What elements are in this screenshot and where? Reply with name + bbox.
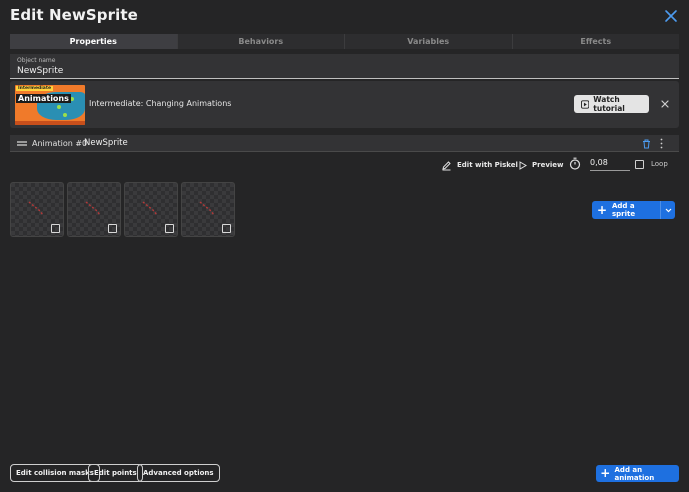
close-icon[interactable] bbox=[660, 99, 670, 109]
drag-handle-icon[interactable] bbox=[17, 141, 27, 146]
add-animation-label: Add an animation bbox=[614, 465, 655, 482]
thumbnail-dot bbox=[57, 105, 61, 109]
add-sprite-button[interactable]: + Add a sprite bbox=[592, 201, 675, 219]
tab-bar: Properties Behaviors Variables Effects bbox=[10, 34, 679, 49]
more-vert-icon[interactable] bbox=[660, 138, 663, 149]
play-icon bbox=[519, 160, 527, 170]
animation-speed-input[interactable]: 0,08 bbox=[590, 157, 630, 171]
animation-header: Animation #0 NewSprite bbox=[10, 135, 679, 152]
tab-behaviors[interactable]: Behaviors bbox=[177, 34, 345, 49]
sprite-frames bbox=[10, 182, 235, 237]
object-name-label: Object name bbox=[17, 57, 56, 64]
frame-select-checkbox[interactable] bbox=[51, 224, 60, 233]
preview-label: Preview bbox=[532, 161, 564, 169]
add-sprite-menu-button[interactable] bbox=[660, 201, 675, 219]
thumbnail-dot bbox=[63, 113, 67, 117]
add-animation-button[interactable]: + Add an animation bbox=[596, 465, 679, 482]
object-name-field[interactable]: Object name NewSprite bbox=[10, 54, 679, 79]
edit-collision-masks-button[interactable]: Edit collision masks bbox=[10, 464, 100, 482]
tutorial-title: Intermediate: Changing Animations bbox=[89, 99, 232, 108]
tab-variables[interactable]: Variables bbox=[345, 34, 513, 49]
pencil-icon bbox=[442, 160, 451, 170]
close-icon[interactable] bbox=[664, 9, 678, 23]
sprite-image bbox=[199, 201, 215, 216]
animation-label: Animation #0 bbox=[32, 139, 88, 148]
preview-button[interactable]: Preview bbox=[518, 157, 564, 173]
loop-checkbox[interactable] bbox=[635, 160, 644, 169]
plus-icon: + bbox=[596, 203, 608, 217]
tab-properties[interactable]: Properties bbox=[10, 34, 178, 49]
chevron-down-icon bbox=[665, 208, 671, 212]
sprite-image bbox=[28, 201, 44, 216]
trash-icon[interactable] bbox=[642, 139, 651, 149]
play-icon bbox=[581, 99, 590, 109]
sprite-frame[interactable] bbox=[67, 182, 121, 237]
dialog-title: Edit NewSprite bbox=[10, 6, 138, 24]
sprite-frame[interactable] bbox=[124, 182, 178, 237]
sprite-frame[interactable] bbox=[181, 182, 235, 237]
animation-name-input[interactable]: NewSprite bbox=[84, 138, 128, 148]
tutorial-card: Intermediate Animations Intermediate: Ch… bbox=[10, 81, 679, 128]
sprite-frame[interactable] bbox=[10, 182, 64, 237]
frame-select-checkbox[interactable] bbox=[108, 224, 117, 233]
tutorial-thumbnail[interactable]: Intermediate Animations bbox=[15, 85, 85, 125]
sprite-image bbox=[142, 201, 158, 216]
frame-select-checkbox[interactable] bbox=[222, 224, 231, 233]
loop-label: Loop bbox=[651, 160, 668, 168]
object-name-input[interactable]: NewSprite bbox=[17, 66, 63, 76]
sprite-image bbox=[85, 201, 101, 216]
timer-icon bbox=[569, 157, 581, 170]
plus-icon: + bbox=[600, 466, 611, 480]
thumbnail-strip bbox=[15, 121, 85, 125]
add-sprite-label: Add a sprite bbox=[612, 202, 636, 218]
advanced-options-button[interactable]: Advanced options bbox=[137, 464, 220, 482]
thumbnail-title: Animations bbox=[16, 94, 71, 103]
watch-tutorial-button[interactable]: Watch tutorial bbox=[574, 95, 649, 113]
frame-select-checkbox[interactable] bbox=[165, 224, 174, 233]
tab-effects[interactable]: Effects bbox=[512, 34, 679, 49]
thumbnail-tag: Intermediate bbox=[16, 86, 54, 91]
edit-points-button[interactable]: Edit points bbox=[88, 464, 143, 482]
edit-with-piskel-button[interactable]: Edit with Piskel bbox=[441, 157, 518, 173]
watch-tutorial-label: Watch tutorial bbox=[593, 95, 625, 113]
edit-with-piskel-label: Edit with Piskel bbox=[457, 161, 518, 169]
